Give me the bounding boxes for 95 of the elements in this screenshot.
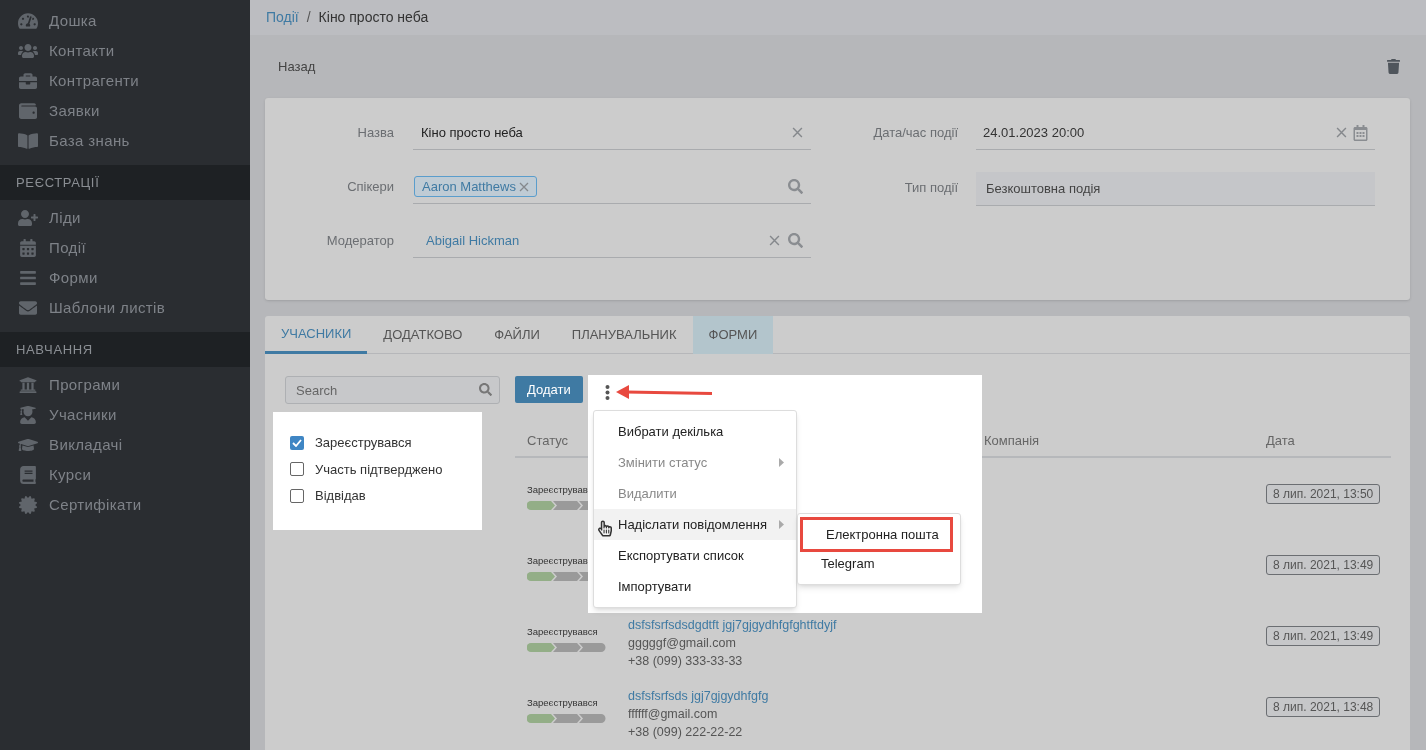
sidebar-heading: РЕЄСТРАЦІЇ xyxy=(0,165,250,200)
sidebar-item[interactable]: Учасники xyxy=(0,400,250,430)
submenu-caret-icon xyxy=(779,520,784,529)
remove-icon[interactable] xyxy=(518,181,529,192)
trash-icon[interactable] xyxy=(1387,59,1400,74)
sidebar-item[interactable]: Контрагенти xyxy=(0,66,250,96)
participant-link[interactable]: dsfsfsrfsds jgj7gjgydhfgfg xyxy=(628,686,978,705)
submenu-caret-icon xyxy=(779,458,784,467)
input-field[interactable]: Aaron Matthews xyxy=(413,170,811,204)
wallet-icon xyxy=(18,102,38,120)
user-plus-icon xyxy=(18,209,38,227)
sidebar-heading: НАВЧАННЯ xyxy=(0,332,250,367)
tab[interactable]: УЧАСНИКИ xyxy=(265,316,368,354)
briefcase-icon xyxy=(18,72,38,90)
field-value: Кіно просто неба xyxy=(421,123,523,142)
clear-icon[interactable] xyxy=(792,127,803,138)
more-icon[interactable] xyxy=(605,385,610,400)
sidebar-item[interactable]: База знань xyxy=(0,126,250,156)
column-header: Компанія xyxy=(984,433,1040,448)
submenu-item[interactable]: Електронна пошта xyxy=(803,520,950,549)
search-field[interactable]: Search xyxy=(285,376,500,404)
sidebar-item[interactable]: Курси xyxy=(0,460,250,490)
search-icon[interactable] xyxy=(788,233,803,248)
sidebar-item[interactable]: Викладачі xyxy=(0,430,250,460)
date-tag: 8 лип. 2021, 13:50 xyxy=(1266,484,1381,504)
sidebar-item[interactable]: Події xyxy=(0,233,250,263)
sidebar-item[interactable]: Форми xyxy=(0,263,250,293)
checkbox[interactable] xyxy=(290,488,304,503)
speaker-chip[interactable]: Aaron Matthews xyxy=(414,176,537,197)
tab[interactable]: ПЛАНУВАЛЬНИК xyxy=(555,316,693,354)
sidebar-item[interactable]: Заявки xyxy=(0,96,250,126)
search-icon[interactable] xyxy=(788,179,803,194)
date-tag: 8 лип. 2021, 13:48 xyxy=(1266,697,1381,717)
student-icon xyxy=(18,406,38,424)
moderator-link[interactable]: Abigail Hickman xyxy=(421,230,520,251)
clear-icon[interactable] xyxy=(769,235,780,246)
calendar-icon xyxy=(18,239,38,257)
column-header: Дата xyxy=(1266,433,1295,448)
gauge-icon xyxy=(18,12,38,30)
seal-icon xyxy=(18,496,38,514)
field-label: Спікери xyxy=(346,178,395,197)
field-label: Модератор xyxy=(325,232,395,251)
column-header: Статус xyxy=(527,433,569,448)
participant-phone: +38 (099) 222-22-22 xyxy=(628,723,744,741)
field-value: Безкоштовна подія xyxy=(986,179,1102,198)
participant-email: gggggf@gmail.com xyxy=(628,634,737,652)
menu-item[interactable]: Імпортувати xyxy=(594,571,796,602)
tab[interactable]: ФОРМИ xyxy=(692,316,774,354)
field-label: Тип події xyxy=(903,179,959,198)
sidebar-item[interactable]: Дошка xyxy=(0,6,250,36)
date-tag: 8 лип. 2021, 13:49 xyxy=(1266,555,1381,575)
lines-icon xyxy=(18,269,38,287)
field-value: 24.01.2023 20:00 xyxy=(983,123,1086,142)
sidebar-item[interactable]: Сертифікати xyxy=(0,490,250,520)
date-tag: 8 лип. 2021, 13:49 xyxy=(1266,626,1381,646)
checkbox[interactable] xyxy=(290,435,304,450)
input-field[interactable]: Abigail Hickman xyxy=(413,224,811,258)
search-icon[interactable] xyxy=(479,383,492,396)
input-field[interactable]: Кіно просто неба xyxy=(413,116,811,150)
clear-icon[interactable] xyxy=(1336,127,1347,138)
calendar-icon[interactable] xyxy=(1353,124,1368,141)
tab[interactable]: ФАЙЛИ xyxy=(478,316,556,354)
hand-cursor-icon xyxy=(598,520,612,537)
status-text: Зареєструвався xyxy=(527,696,599,711)
menu-item[interactable]: Експортувати список xyxy=(594,540,796,571)
tab[interactable]: ДОДАТКОВО xyxy=(367,316,479,354)
menu-item[interactable]: Вибрати декілька xyxy=(594,416,796,447)
sidebar-item[interactable]: Шаблони листів xyxy=(0,293,250,323)
sidebar-item[interactable]: Програми xyxy=(0,370,250,400)
book-icon xyxy=(18,466,38,484)
breadcrumb-current: Кіно просто неба xyxy=(318,8,429,27)
breadcrumb-separator: / xyxy=(306,8,311,27)
menu-item[interactable]: Надіслати повідомлення xyxy=(594,509,796,540)
book-icon xyxy=(18,132,38,150)
envelope-icon xyxy=(18,299,38,317)
submenu-item[interactable]: Telegram xyxy=(798,549,960,578)
graduation-cap-icon xyxy=(18,436,38,454)
checkbox-label: Зареєструвався xyxy=(315,434,412,452)
back-link[interactable]: Назад xyxy=(278,56,316,77)
people-icon xyxy=(18,42,38,60)
participant-link[interactable]: dsfsfsrfsdsdgdtft jgj7gjgydhfgfghtftdyjf xyxy=(628,615,978,634)
field-label: Дата/час події xyxy=(872,124,959,143)
add-button[interactable]: Додати xyxy=(515,376,583,403)
sidebar-item[interactable]: Контакти xyxy=(0,36,250,66)
sidebar-item[interactable]: Ліди xyxy=(0,203,250,233)
checkbox-label: Відвідав xyxy=(315,487,366,505)
checkbox-label: Участь підтверджено xyxy=(315,460,443,479)
input-field[interactable]: 24.01.2023 20:00 xyxy=(976,116,1375,150)
checkbox[interactable] xyxy=(290,462,304,477)
status-text: Зареєструвався xyxy=(527,625,599,640)
building-icon xyxy=(18,376,38,394)
field-label: Назва xyxy=(356,124,395,143)
breadcrumb-link[interactable]: Події xyxy=(266,7,299,28)
participant-phone: +38 (099) 333-33-33 xyxy=(628,652,744,670)
participant-email: ffffff@gmail.com xyxy=(628,705,719,723)
